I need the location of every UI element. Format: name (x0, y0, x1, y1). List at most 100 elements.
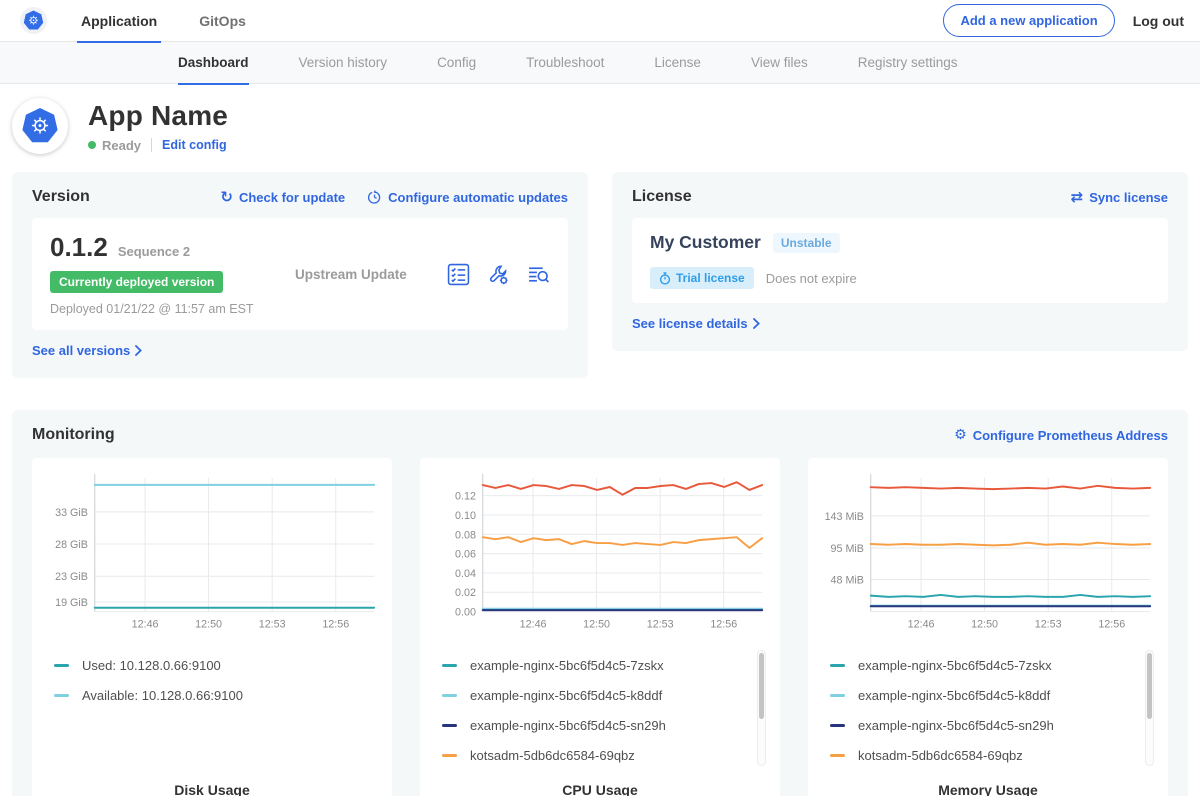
cpu-usage-legend: example-nginx-5bc6f5d4c5-7zskx example-ng… (432, 648, 768, 770)
see-license-details-link[interactable]: See license details (632, 316, 760, 331)
legend-item: Used: 10.128.0.66:9100 (54, 650, 356, 680)
chart-title: CPU Usage (432, 770, 768, 796)
svg-text:12:46: 12:46 (908, 618, 935, 630)
legend-label: example-nginx-5bc6f5d4c5-k8ddf (858, 688, 1050, 703)
monitoring-title: Monitoring (32, 426, 115, 444)
legend-scrollbar[interactable] (757, 650, 766, 766)
memory-usage-legend: example-nginx-5bc6f5d4c5-7zskx example-ng… (820, 648, 1156, 770)
sync-license-link[interactable]: ⇄ Sync license (1071, 190, 1168, 205)
svg-text:0.08: 0.08 (455, 529, 476, 541)
chevron-right-icon (135, 345, 142, 356)
svg-text:12:50: 12:50 (583, 618, 610, 630)
see-all-versions-link[interactable]: See all versions (32, 343, 142, 358)
memory-usage-plot: 48 MiB95 MiB143 MiB12:4612:5012:5312:56 (820, 470, 1156, 638)
edit-config-link[interactable]: Edit config (162, 138, 227, 152)
sequence-label: Sequence 2 (118, 244, 190, 259)
stopwatch-icon (659, 272, 671, 285)
legend-item: Available: 10.128.0.66:9100 (54, 680, 356, 710)
add-new-application-button[interactable]: Add a new application (943, 4, 1114, 37)
svg-text:33 GiB: 33 GiB (55, 507, 88, 519)
legend-color-dash (442, 694, 457, 697)
version-source-label: Upstream Update (295, 267, 447, 282)
svg-text:0.00: 0.00 (455, 607, 476, 619)
sub-tab-config[interactable]: Config (437, 42, 476, 84)
version-card: Version ↻ Check for update Configure aut… (12, 172, 588, 378)
svg-text:12:56: 12:56 (322, 618, 349, 630)
sub-tab-troubleshoot[interactable]: Troubleshoot (526, 42, 604, 84)
legend-color-dash (442, 724, 457, 727)
charts-row: 19 GiB 23 GiB 28 GiB 33 GiB 12:46 12:50 12:53 1… (32, 458, 1168, 796)
legend-scrollbar-thumb[interactable] (759, 653, 764, 719)
chart-title: Disk Usage (44, 770, 380, 796)
configure-automatic-updates-link[interactable]: Configure automatic updates (367, 190, 568, 205)
legend-label: Used: 10.128.0.66:9100 (82, 658, 221, 673)
version-number: 0.1.2 (50, 232, 108, 263)
license-card: License ⇄ Sync license My Customer Unsta… (612, 172, 1188, 351)
svg-text:143 MiB: 143 MiB (825, 511, 864, 523)
trial-license-badge: Trial license (650, 267, 754, 289)
legend-color-dash (830, 724, 845, 727)
disk-usage-plot: 19 GiB23 GiB28 GiB33 GiB12:4612:5012:531… (44, 470, 380, 638)
legend-item: kotsadm-5db6dc6584-69qbz (830, 740, 1132, 770)
legend-item: example-nginx-5bc6f5d4c5-7zskx (442, 650, 744, 680)
dashboard-cards-row: Version ↻ Check for update Configure aut… (0, 172, 1200, 378)
legend-label: kotsadm-5db6dc6584-69qbz (858, 748, 1023, 763)
legend-item: example-nginx-5bc6f5d4c5-k8ddf (830, 680, 1132, 710)
svg-text:12:53: 12:53 (259, 618, 286, 630)
sub-tab-license[interactable]: License (654, 42, 701, 84)
svg-text:0.06: 0.06 (455, 549, 476, 561)
sub-tab-view-files[interactable]: View files (751, 42, 808, 84)
svg-text:23 GiB: 23 GiB (55, 571, 88, 583)
legend-label: Available: 10.128.0.66:9100 (82, 688, 243, 703)
chevron-right-icon (753, 318, 760, 329)
legend-scrollbar-thumb[interactable] (1147, 653, 1152, 719)
legend-label: example-nginx-5bc6f5d4c5-sn29h (858, 718, 1054, 733)
svg-text:12:53: 12:53 (647, 618, 674, 630)
svg-text:28 GiB: 28 GiB (55, 539, 88, 551)
svg-text:12:56: 12:56 (710, 618, 737, 630)
check-for-update-link[interactable]: ↻ Check for update (220, 190, 345, 205)
svg-text:0.02: 0.02 (455, 587, 476, 599)
legend-item: kotsadm-5db6dc6584-69qbz (442, 740, 744, 770)
legend-scrollbar[interactable] (1145, 650, 1154, 766)
cpu-usage-plot: 0.000.020.040.060.080.100.1212:4612:5012… (432, 470, 768, 638)
svg-text:12:56: 12:56 (1098, 618, 1125, 630)
app-header: App Name Ready Edit config (0, 84, 1200, 170)
disk-usage-legend: Used: 10.128.0.66:9100 Available: 10.128.… (44, 648, 380, 766)
top-tab-gitops[interactable]: GitOps (195, 0, 250, 42)
svg-text:12:46: 12:46 (132, 618, 159, 630)
view-files-search-icon[interactable] (527, 263, 550, 286)
monitoring-panel: Monitoring ⚙ Configure Prometheus Addres… (12, 410, 1188, 796)
configure-prometheus-link[interactable]: ⚙ Configure Prometheus Address (954, 428, 1168, 443)
legend-item: example-nginx-5bc6f5d4c5-7zskx (830, 650, 1132, 680)
top-nav-right: Add a new application Log out (943, 4, 1184, 37)
config-wrench-icon[interactable] (487, 263, 510, 286)
top-tab-application[interactable]: Application (77, 0, 161, 42)
svg-text:95 MiB: 95 MiB (831, 543, 864, 555)
legend-label: example-nginx-5bc6f5d4c5-k8ddf (470, 688, 662, 703)
refresh-icon: ↻ (220, 190, 233, 205)
sub-tab-dashboard[interactable]: Dashboard (178, 42, 249, 84)
legend-label: example-nginx-5bc6f5d4c5-7zskx (858, 658, 1052, 673)
app-kubernetes-icon (21, 107, 59, 145)
legend-color-dash (442, 664, 457, 667)
app-avatar (12, 98, 68, 154)
current-version-row: 0.1.2 Sequence 2 Currently deployed vers… (32, 218, 568, 330)
sub-tab-version-history[interactable]: Version history (299, 42, 388, 84)
deployed-timestamp: Deployed 01/21/22 @ 11:57 am EST (50, 302, 295, 316)
preflight-checks-icon[interactable] (447, 263, 470, 286)
top-nav: Application GitOps Add a new application… (0, 0, 1200, 42)
app-sub-nav: Dashboard Version history Config Troublesho… (0, 42, 1200, 84)
logout-button[interactable]: Log out (1133, 13, 1184, 29)
svg-text:19 GiB: 19 GiB (55, 597, 88, 609)
legend-color-dash (442, 754, 457, 757)
memory-usage-chart-card: 48 MiB95 MiB143 MiB12:4612:5012:5312:56e… (808, 458, 1168, 796)
svg-text:48 MiB: 48 MiB (831, 574, 864, 586)
svg-text:0.04: 0.04 (455, 568, 476, 580)
chart-title: Memory Usage (820, 770, 1156, 796)
ready-status-dot (88, 141, 96, 149)
channel-badge: Unstable (773, 233, 840, 253)
sub-tab-registry-settings[interactable]: Registry settings (858, 42, 958, 84)
legend-color-dash (830, 754, 845, 757)
kubernetes-logo (20, 7, 47, 34)
